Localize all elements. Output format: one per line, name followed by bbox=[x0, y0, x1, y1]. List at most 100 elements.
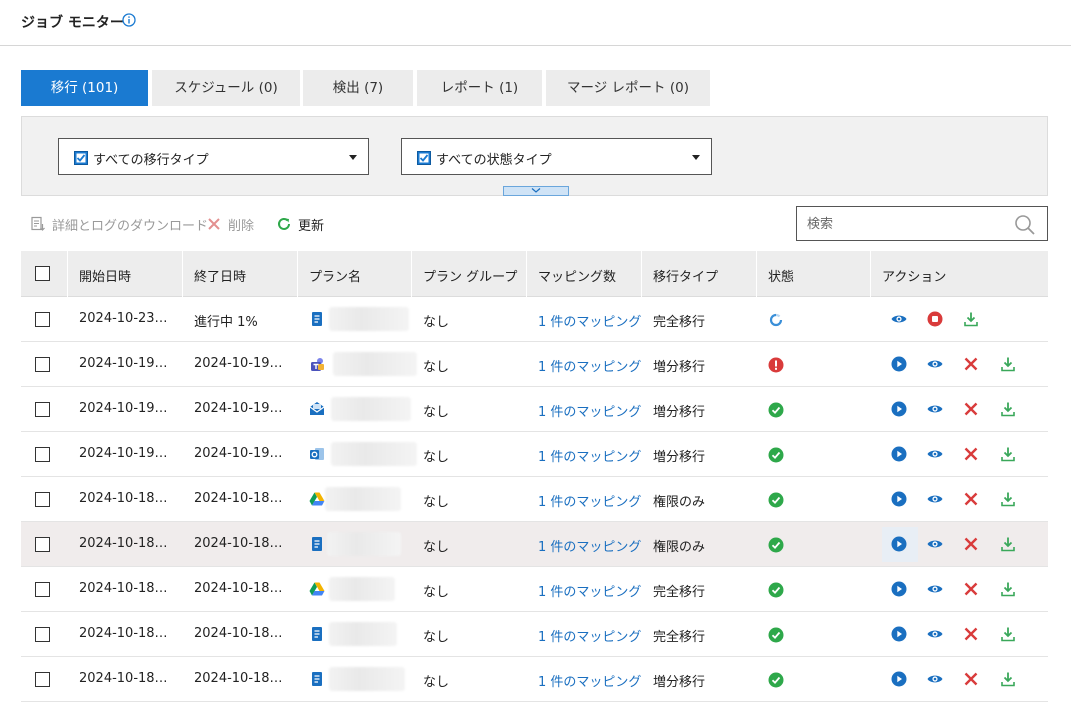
refresh-button[interactable]: 更新 bbox=[276, 214, 324, 234]
mappings-link[interactable]: 1 件のマッピング bbox=[538, 671, 641, 690]
mappings-link[interactable]: 1 件のマッピング bbox=[538, 356, 641, 375]
eye-icon[interactable] bbox=[891, 311, 907, 327]
close-icon[interactable] bbox=[963, 671, 979, 687]
plan-name-redacted[interactable] bbox=[333, 352, 417, 376]
plan-group-cell: なし bbox=[423, 540, 450, 555]
row-checkbox[interactable] bbox=[35, 537, 50, 552]
plan-name-redacted[interactable] bbox=[327, 532, 401, 556]
table-row[interactable]: 2024-10-18… 2024-10-18… なし 1 件のマッピング 権限のみ bbox=[21, 522, 1048, 567]
table-row[interactable]: 2024-10-19… 2024-10-19… なし 1 件のマッピング 増分移行 bbox=[21, 342, 1048, 387]
download-icon[interactable] bbox=[1000, 356, 1016, 372]
column-header-end[interactable]: 終了日時 bbox=[194, 266, 246, 285]
tab-schedule[interactable]: スケジュール (0) bbox=[152, 70, 300, 106]
play-icon[interactable] bbox=[891, 491, 907, 507]
mappings-link[interactable]: 1 件のマッピング bbox=[538, 626, 641, 645]
column-header-mappings[interactable]: マッピング数 bbox=[538, 266, 616, 285]
eye-icon[interactable] bbox=[927, 401, 943, 417]
close-icon[interactable] bbox=[963, 491, 979, 507]
row-checkbox[interactable] bbox=[35, 672, 50, 687]
tab-report[interactable]: レポート (1) bbox=[417, 70, 542, 106]
tab-migration[interactable]: 移行 (101) bbox=[21, 70, 148, 106]
select-all-checkbox[interactable] bbox=[35, 266, 50, 281]
plan-group-cell: なし bbox=[423, 405, 450, 420]
eye-icon[interactable] bbox=[927, 671, 943, 687]
download-icon[interactable] bbox=[1000, 626, 1016, 642]
search-input[interactable] bbox=[807, 215, 1007, 233]
collapse-filter-button[interactable] bbox=[503, 186, 569, 196]
download-icon[interactable] bbox=[1000, 446, 1016, 462]
play-icon[interactable] bbox=[891, 581, 907, 597]
close-icon[interactable] bbox=[963, 536, 979, 552]
row-checkbox[interactable] bbox=[35, 312, 50, 327]
delete-button[interactable]: 削除 bbox=[206, 214, 254, 234]
mappings-link[interactable]: 1 件のマッピング bbox=[538, 446, 641, 465]
plan-group-cell: なし bbox=[423, 585, 450, 600]
eye-icon[interactable] bbox=[927, 491, 943, 507]
mappings-link[interactable]: 1 件のマッピング bbox=[538, 311, 641, 330]
play-icon[interactable] bbox=[891, 446, 907, 462]
download-icon[interactable] bbox=[1000, 671, 1016, 687]
table-row[interactable]: 2024-10-18… 2024-10-18… なし 1 件のマッピング 権限のみ bbox=[21, 477, 1048, 522]
download-icon[interactable] bbox=[1000, 401, 1016, 417]
close-icon[interactable] bbox=[963, 356, 979, 372]
plan-name-redacted[interactable] bbox=[331, 442, 417, 466]
table-row[interactable]: 2024-10-19… 2024-10-19… なし 1 件のマッピング 増分移行 bbox=[21, 432, 1048, 477]
download-icon[interactable] bbox=[1000, 491, 1016, 507]
download-icon[interactable] bbox=[963, 311, 979, 327]
column-header-start[interactable]: 開始日時 bbox=[79, 266, 131, 285]
tab-discovery[interactable]: 検出 (7) bbox=[303, 70, 413, 106]
row-checkbox[interactable] bbox=[35, 447, 50, 462]
row-checkbox[interactable] bbox=[35, 627, 50, 642]
row-checkbox[interactable] bbox=[35, 492, 50, 507]
table-row[interactable]: 2024-10-18… 2024-10-18… なし 1 件のマッピング 完全移行 bbox=[21, 567, 1048, 612]
migration-type-dropdown[interactable]: すべての移行タイプ bbox=[58, 138, 369, 175]
table-row[interactable]: 2024-10-18… 2024-10-18… なし 1 件のマッピング 完全移行 bbox=[21, 612, 1048, 657]
play-icon[interactable] bbox=[891, 536, 907, 552]
column-header-plan-name[interactable]: プラン名 bbox=[309, 266, 361, 285]
close-icon[interactable] bbox=[963, 581, 979, 597]
eye-icon[interactable] bbox=[927, 356, 943, 372]
search-icon[interactable] bbox=[1014, 214, 1036, 236]
migration-type-value: すべての移行タイプ bbox=[93, 153, 209, 168]
close-icon[interactable] bbox=[963, 626, 979, 642]
info-icon[interactable] bbox=[122, 13, 136, 27]
plan-name-redacted[interactable] bbox=[329, 622, 397, 646]
download-details-logs-button[interactable]: 詳細とログのダウンロード bbox=[30, 214, 208, 234]
status-type-dropdown[interactable]: すべての状態タイプ bbox=[401, 138, 712, 175]
eye-icon[interactable] bbox=[927, 446, 943, 462]
plan-name-redacted[interactable] bbox=[331, 397, 411, 421]
plan-name-redacted[interactable] bbox=[329, 577, 395, 601]
row-checkbox[interactable] bbox=[35, 402, 50, 417]
table-header: 開始日時 終了日時 プラン名 プラン グループ マッピング数 移行タイプ 状態 … bbox=[21, 251, 1048, 297]
mappings-link[interactable]: 1 件のマッピング bbox=[538, 491, 641, 510]
download-icon[interactable] bbox=[1000, 536, 1016, 552]
play-icon[interactable] bbox=[891, 671, 907, 687]
plan-name-redacted[interactable] bbox=[329, 667, 405, 691]
mappings-link[interactable]: 1 件のマッピング bbox=[538, 536, 641, 555]
mappings-link[interactable]: 1 件のマッピング bbox=[538, 401, 641, 420]
download-icon[interactable] bbox=[1000, 581, 1016, 597]
eye-icon[interactable] bbox=[927, 536, 943, 552]
column-header-status[interactable]: 状態 bbox=[768, 266, 794, 285]
close-icon[interactable] bbox=[963, 446, 979, 462]
plan-name-redacted[interactable] bbox=[325, 487, 401, 511]
mappings-link[interactable]: 1 件のマッピング bbox=[538, 581, 641, 600]
page-title: ジョブ モニター bbox=[21, 15, 124, 31]
table-row[interactable]: 2024-10-19… 2024-10-19… なし 1 件のマッピング 増分移行 bbox=[21, 387, 1048, 432]
eye-icon[interactable] bbox=[927, 626, 943, 642]
close-icon[interactable] bbox=[963, 401, 979, 417]
tab-merge-report[interactable]: マージ レポート (0) bbox=[546, 70, 710, 106]
eye-icon[interactable] bbox=[927, 581, 943, 597]
plan-name-redacted[interactable] bbox=[329, 307, 409, 331]
table-row[interactable]: 2024-10-18… 2024-10-18… なし 1 件のマッピング 増分移行 bbox=[21, 657, 1048, 702]
play-icon[interactable] bbox=[891, 401, 907, 417]
start-time-cell: 2024-10-19… bbox=[79, 401, 168, 416]
stop-icon[interactable] bbox=[927, 311, 943, 327]
play-icon[interactable] bbox=[891, 626, 907, 642]
table-row[interactable]: 2024-10-23… 進行中 1% なし 1 件のマッピング 完全移行 bbox=[21, 297, 1048, 342]
column-header-migration-type[interactable]: 移行タイプ bbox=[653, 266, 718, 285]
play-icon[interactable] bbox=[891, 356, 907, 372]
row-checkbox[interactable] bbox=[35, 582, 50, 597]
row-checkbox[interactable] bbox=[35, 357, 50, 372]
column-header-plan-group[interactable]: プラン グループ bbox=[423, 266, 517, 285]
